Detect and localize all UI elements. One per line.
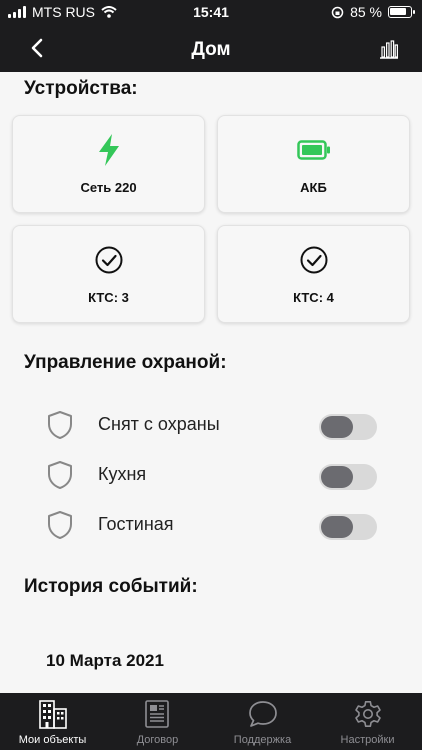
status-bar: MTS RUS 15:41 85 % <box>0 0 422 24</box>
tab-label: Мои объекты <box>18 734 87 746</box>
document-icon <box>144 700 169 728</box>
security-row-kitchen: Кухня <box>0 453 422 493</box>
security-section-title: Управление охраной: <box>24 352 227 373</box>
battery-status-icon <box>388 6 415 18</box>
tab-settings[interactable]: Настройки <box>315 693 420 750</box>
security-row-label: Кухня <box>98 464 147 484</box>
device-card-power[interactable]: Сеть 220 <box>12 115 205 213</box>
top-bar: MTS RUS 15:41 85 % Дом <box>0 0 422 72</box>
security-toggle[interactable] <box>319 414 377 440</box>
security-toggle[interactable] <box>319 514 377 540</box>
tab-label: Настройки <box>340 734 395 746</box>
security-row-label: Гостиная <box>98 514 174 534</box>
page-title: Дом <box>191 39 231 60</box>
bar-chart-icon[interactable] <box>378 38 400 60</box>
tab-contract[interactable]: Договор <box>105 693 210 750</box>
tab-support[interactable]: Поддержка <box>210 693 315 750</box>
battery-icon <box>296 140 330 160</box>
building-icon <box>38 700 67 729</box>
device-card-label: АКБ <box>300 180 327 195</box>
history-section-title: История событий: <box>24 576 198 597</box>
device-card-kts-4[interactable]: КТС: 4 <box>217 225 410 323</box>
toggle-knob <box>321 516 353 538</box>
tab-label: Договор <box>136 734 179 746</box>
shield-icon <box>48 411 72 439</box>
shield-icon <box>48 461 72 489</box>
navigation-header: Дом <box>0 26 422 72</box>
lightning-icon <box>98 134 119 166</box>
security-row-armed-status: Снят с охраны <box>0 403 422 443</box>
device-card-label: КТС: 4 <box>293 290 334 305</box>
device-card-label: Сеть 220 <box>80 180 137 195</box>
devices-section-title: Устройства: <box>24 78 138 99</box>
security-row-living-room: Гостиная <box>0 503 422 543</box>
tab-my-objects[interactable]: Мои объекты <box>0 693 105 750</box>
chat-bubble-icon <box>248 701 277 727</box>
toggle-knob <box>321 416 353 438</box>
device-card-battery[interactable]: АКБ <box>217 115 410 213</box>
shield-icon <box>48 511 72 539</box>
battery-percent: 85 % <box>350 4 382 20</box>
tab-label: Поддержка <box>233 734 292 746</box>
device-card-kts-3[interactable]: КТС: 3 <box>12 225 205 323</box>
toggle-knob <box>321 466 353 488</box>
check-circle-icon <box>300 246 327 274</box>
bottom-tab-bar: Мои объекты Договор Поддержка Настройки <box>0 693 422 750</box>
security-row-label: Снят с охраны <box>98 414 220 434</box>
security-toggle[interactable] <box>319 464 377 490</box>
check-circle-icon <box>95 246 122 274</box>
gear-icon <box>354 701 381 727</box>
history-date-header: 10 Марта 2021 <box>46 651 164 670</box>
rotation-lock-icon <box>331 6 344 18</box>
device-card-label: КТС: 3 <box>88 290 129 305</box>
